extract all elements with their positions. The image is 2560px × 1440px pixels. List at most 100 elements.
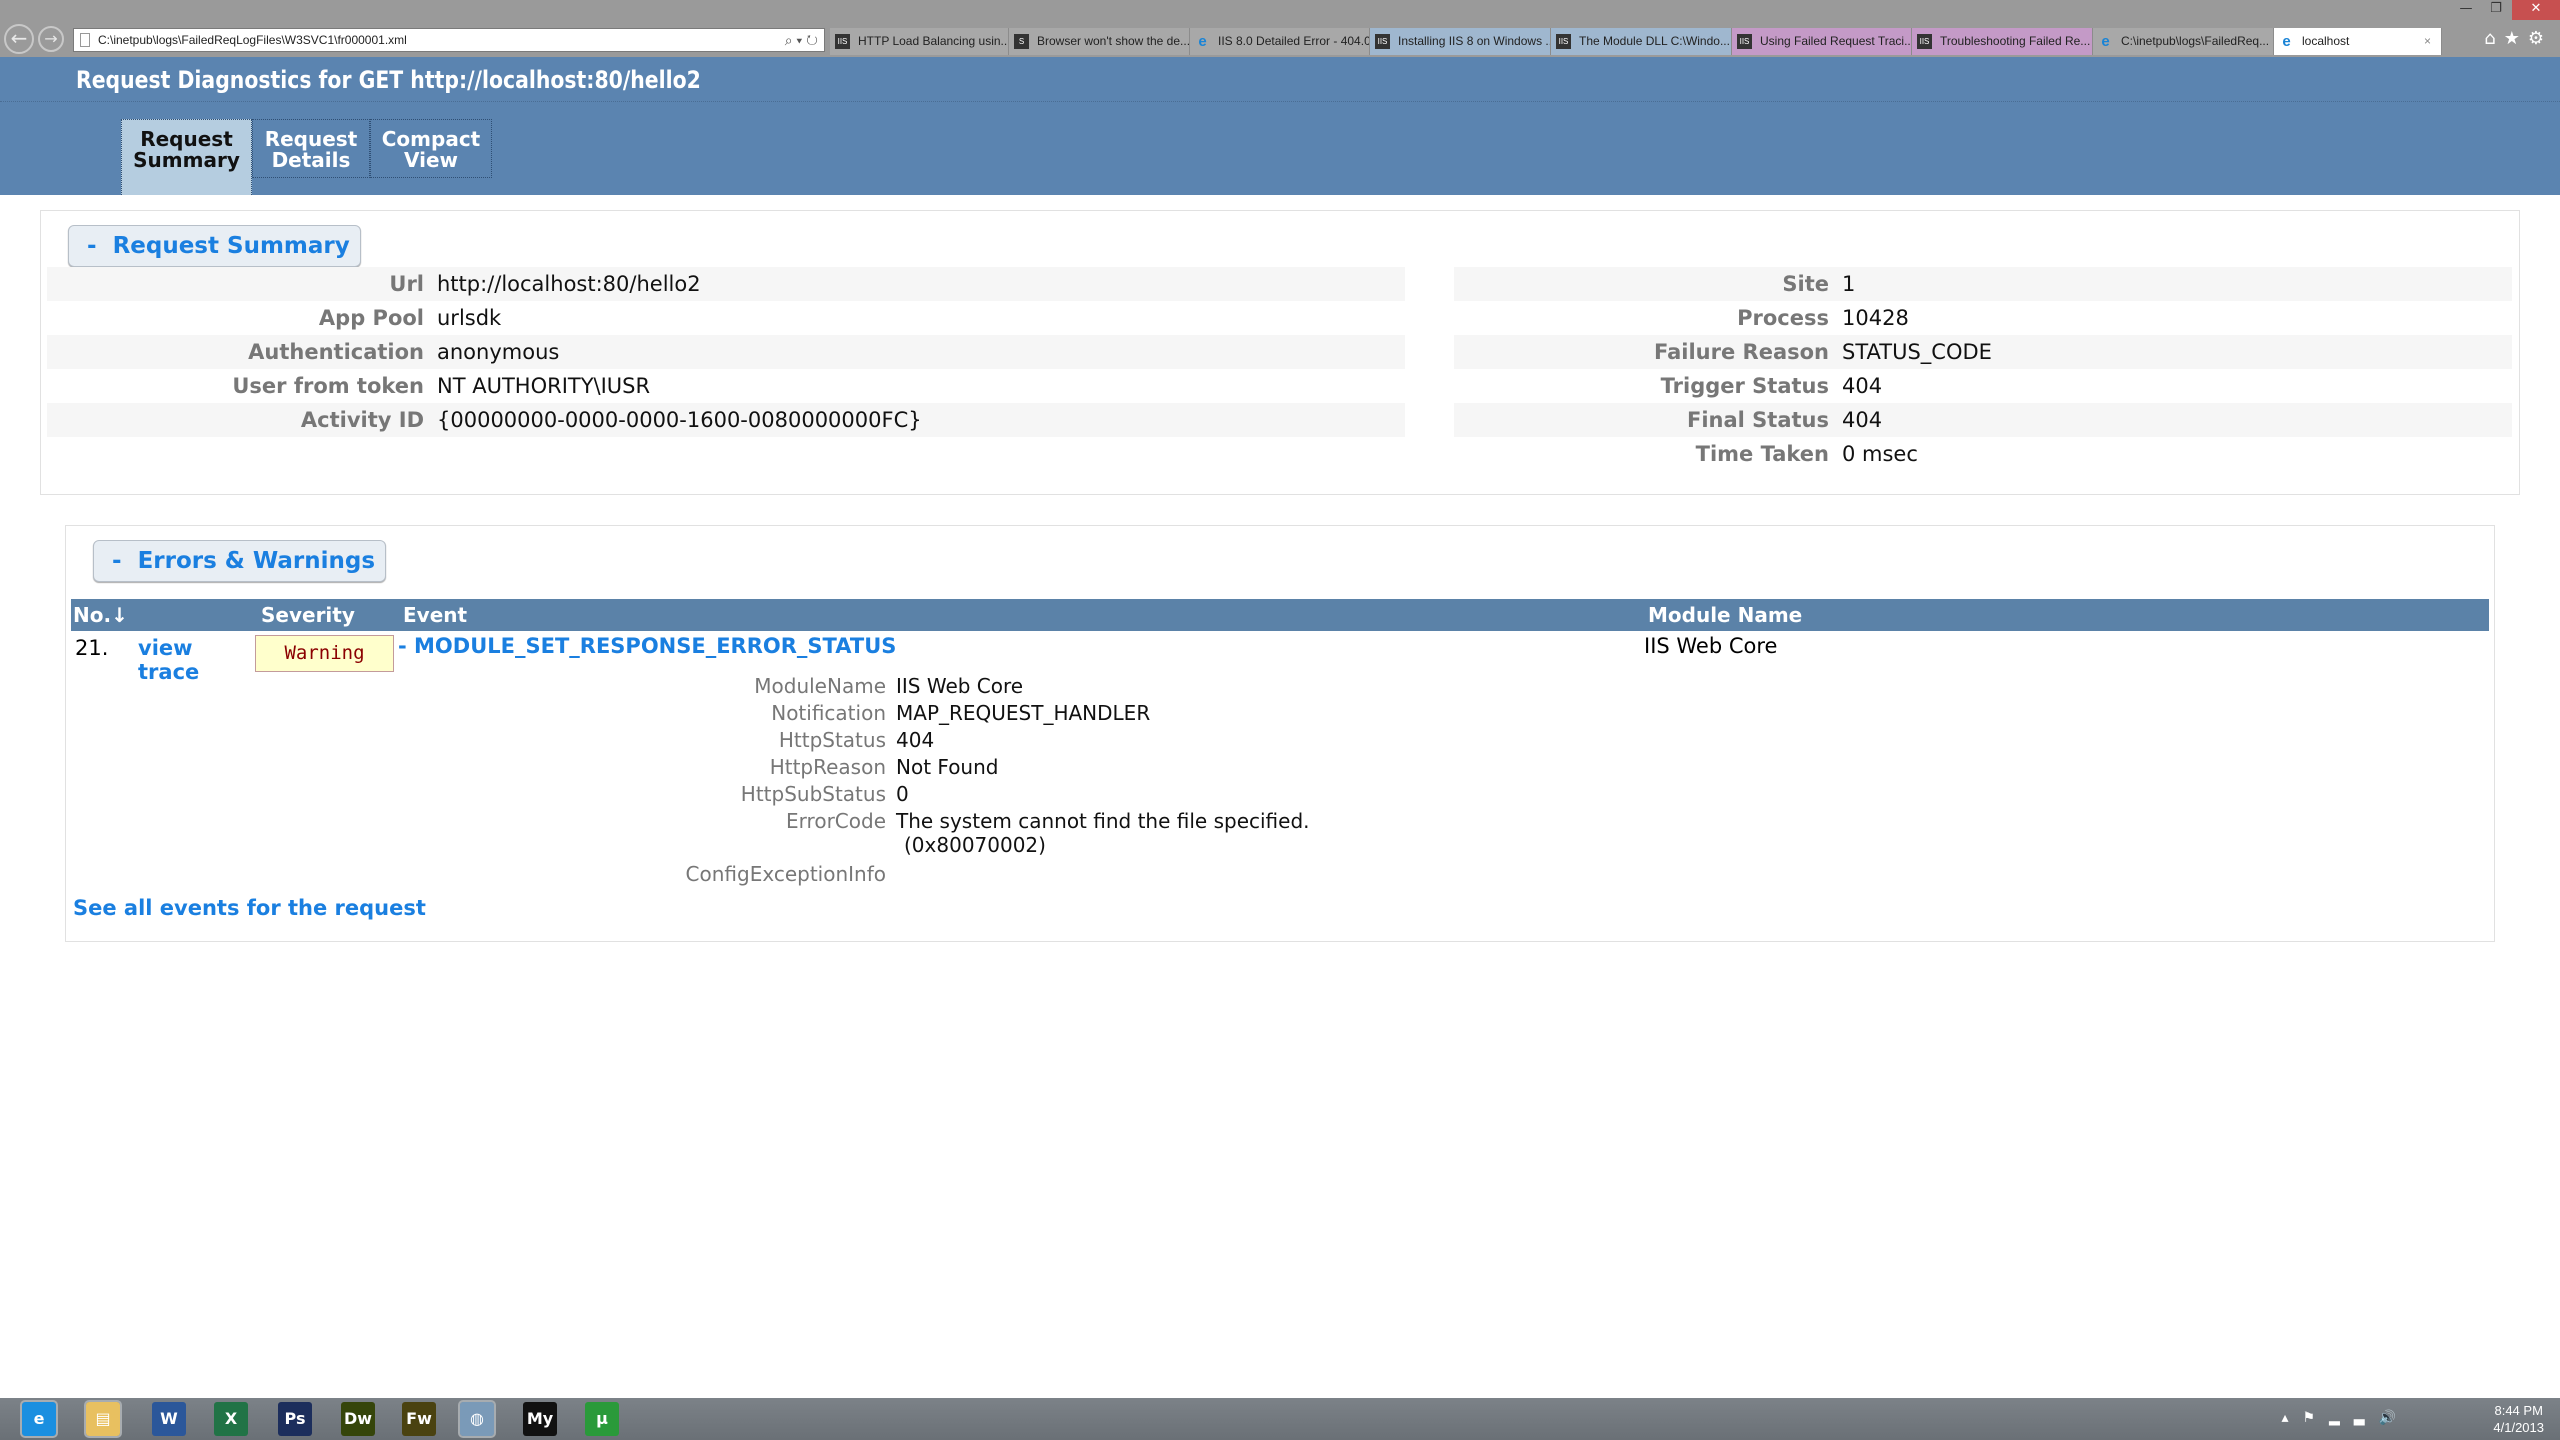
tab-title: IIS 8.0 Detailed Error - 404.0... xyxy=(1218,34,1370,48)
file-explorer-icon[interactable]: ▤ xyxy=(84,1400,122,1438)
browser-tab[interactable]: IIS Troubleshooting Failed Re... xyxy=(1912,28,2093,55)
photoshop-icon[interactable]: Ps xyxy=(278,1402,312,1436)
tab-favicon-icon: IIS xyxy=(1737,34,1752,49)
detail-key: ModuleName xyxy=(754,674,886,698)
column-event[interactable]: Event xyxy=(403,599,467,631)
summary-row: Failure Reason STATUS_CODE xyxy=(1454,335,2512,369)
back-button[interactable]: ← xyxy=(4,24,34,54)
summary-row: Activity ID {00000000-0000-0000-1600-0080… xyxy=(47,403,1405,437)
address-text: C:\inetpub\logs\FailedReqLogFiles\W3SVC1… xyxy=(98,33,407,47)
dreamweaver-icon[interactable]: Dw xyxy=(341,1402,375,1436)
summary-row: Time Taken 0 msec xyxy=(1454,437,2512,471)
tab-request-summary[interactable]: Request Summary xyxy=(121,119,252,195)
browser-tab[interactable]: IIS Using Failed Request Traci... xyxy=(1732,28,1912,55)
tab-title: Browser won't show the de... xyxy=(1037,34,1190,48)
clock[interactable]: 8:44 PM 4/1/2013 xyxy=(2493,1402,2544,1436)
event-link[interactable]: - MODULE_SET_RESPONSE_ERROR_STATUS xyxy=(398,634,896,658)
row-number: 21. xyxy=(75,636,109,660)
word-icon[interactable]: W xyxy=(152,1402,186,1436)
column-module-name[interactable]: Module Name xyxy=(1648,599,1802,631)
header-divider xyxy=(0,101,2560,102)
summary-value: 404 xyxy=(1842,408,1883,432)
tab-title: The Module DLL C:\Windo... xyxy=(1579,34,1730,48)
summary-key: Final Status xyxy=(1687,408,1829,432)
home-favorites-settings-icons[interactable]: ⌂★⚙ xyxy=(2484,28,2552,49)
summary-value: 10428 xyxy=(1842,306,1909,330)
system-tray-icons[interactable]: ▴⚑▂▃🔊 xyxy=(2281,1410,2410,1426)
mysql-icon[interactable]: My xyxy=(523,1402,557,1436)
fireworks-icon[interactable]: Fw xyxy=(402,1402,436,1436)
browser-tab[interactable]: IIS Installing IIS 8 on Windows ... xyxy=(1370,28,1551,55)
detail-value: Not Found xyxy=(896,755,999,779)
tab-favicon-icon: IIS xyxy=(835,34,850,49)
collapse-icon: - xyxy=(112,548,122,574)
tab-title: Troubleshooting Failed Re... xyxy=(1940,34,2091,48)
errors-warnings-toggle[interactable]: - Errors & Warnings xyxy=(93,540,386,582)
detail-value: MAP_REQUEST_HANDLER xyxy=(896,701,1151,725)
request-summary-toggle[interactable]: - Request Summary xyxy=(68,225,361,267)
tab-favicon-icon: S xyxy=(1014,34,1029,49)
summary-value: STATUS_CODE xyxy=(1842,340,1992,364)
see-all-events-link[interactable]: See all events for the request xyxy=(73,896,426,920)
summary-value: 0 msec xyxy=(1842,442,1918,466)
summary-key: Trigger Status xyxy=(1660,374,1829,398)
browser-tab[interactable]: e IIS 8.0 Detailed Error - 404.0... xyxy=(1190,28,1370,55)
errors-table-header: No.↓ Severity Event Module Name xyxy=(71,599,2489,631)
forward-button[interactable]: → xyxy=(38,26,64,52)
tab-favicon-icon: IIS xyxy=(1375,34,1390,49)
browser-tab[interactable]: e C:\inetpub\logs\FailedReq... xyxy=(2093,28,2274,55)
browser-tab[interactable]: IIS HTTP Load Balancing usin... xyxy=(830,28,1009,55)
tab-favicon-icon: e xyxy=(2101,33,2110,50)
browser-chrome: ← → C:\inetpub\logs\FailedReqLogFiles\W3… xyxy=(0,0,2560,57)
summary-row: Authentication anonymous xyxy=(47,335,1405,369)
tab-favicon-icon: e xyxy=(2282,33,2291,50)
summary-key: Time Taken xyxy=(1695,442,1829,466)
summary-key: Activity ID xyxy=(300,408,424,432)
column-no[interactable]: No.↓ xyxy=(73,599,128,631)
browser-tab[interactable]: IIS The Module DLL C:\Windo... xyxy=(1551,28,1732,55)
summary-key: Failure Reason xyxy=(1653,340,1829,364)
summary-value: anonymous xyxy=(437,340,560,364)
page-header: Request Diagnostics for GET http://local… xyxy=(0,57,2560,195)
summary-key: User from token xyxy=(232,374,424,398)
detail-key: ConfigExceptionInfo xyxy=(685,862,886,886)
detail-value: IIS Web Core xyxy=(896,674,1024,698)
detail-key: HttpStatus xyxy=(778,728,886,752)
tab-compact-view[interactable]: Compact View xyxy=(370,119,492,178)
browser-tab[interactable]: S Browser won't show the de... xyxy=(1009,28,1190,55)
clock-time: 8:44 PM xyxy=(2494,1403,2543,1418)
tab-title: localhost xyxy=(2302,34,2350,48)
minimize-button[interactable]: — xyxy=(2452,0,2480,20)
back-arrow-icon: ← xyxy=(10,26,28,50)
taskbar: e ▤ W X Ps Dw Fw ◍ My µ ▴⚑▂▃🔊 8:44 PM 4/1/2013 xyxy=(0,1398,2560,1440)
forward-arrow-icon: → xyxy=(44,29,58,48)
section-heading: Request Summary xyxy=(112,233,350,259)
address-bar[interactable]: C:\inetpub\logs\FailedReqLogFiles\W3SVC1… xyxy=(73,28,825,52)
close-tab-icon[interactable]: × xyxy=(2424,28,2431,55)
search-refresh-icons[interactable]: ⌕ ▾ ↻ xyxy=(785,29,818,51)
internet-explorer-icon[interactable]: e xyxy=(20,1400,58,1438)
restore-button[interactable]: ❐ xyxy=(2482,0,2510,20)
column-severity[interactable]: Severity xyxy=(261,599,355,631)
utorrent-icon[interactable]: µ xyxy=(585,1402,619,1436)
section-heading: Errors & Warnings xyxy=(137,548,376,574)
tab-request-details[interactable]: Request Details xyxy=(252,119,370,178)
detail-value-code: (0x80070002) xyxy=(904,833,1046,857)
summary-row: Site 1 xyxy=(1454,267,2512,301)
event-name: MODULE_SET_RESPONSE_ERROR_STATUS xyxy=(414,634,897,658)
iis-manager-icon[interactable]: ◍ xyxy=(458,1400,496,1438)
close-window-button[interactable]: ✕ xyxy=(2512,0,2560,20)
excel-icon[interactable]: X xyxy=(214,1402,248,1436)
summary-row: User from token NT AUTHORITY\IUSR xyxy=(47,369,1405,403)
summary-value: NT AUTHORITY\IUSR xyxy=(437,374,651,398)
summary-row: Final Status 404 xyxy=(1454,403,2512,437)
summary-value: 1 xyxy=(1842,272,1856,296)
summary-value: 404 xyxy=(1842,374,1883,398)
summary-value: urlsdk xyxy=(437,306,502,330)
page-title: Request Diagnostics for GET http://local… xyxy=(76,66,701,94)
summary-row: Process 10428 xyxy=(1454,301,2512,335)
tab-title: HTTP Load Balancing usin... xyxy=(858,34,1009,48)
browser-tab[interactable]: e localhost × xyxy=(2274,28,2442,55)
detail-value: The system cannot find the file specifie… xyxy=(896,809,1310,833)
errors-warnings-section: - Errors & Warnings No.↓ Severity Event … xyxy=(65,525,2495,942)
